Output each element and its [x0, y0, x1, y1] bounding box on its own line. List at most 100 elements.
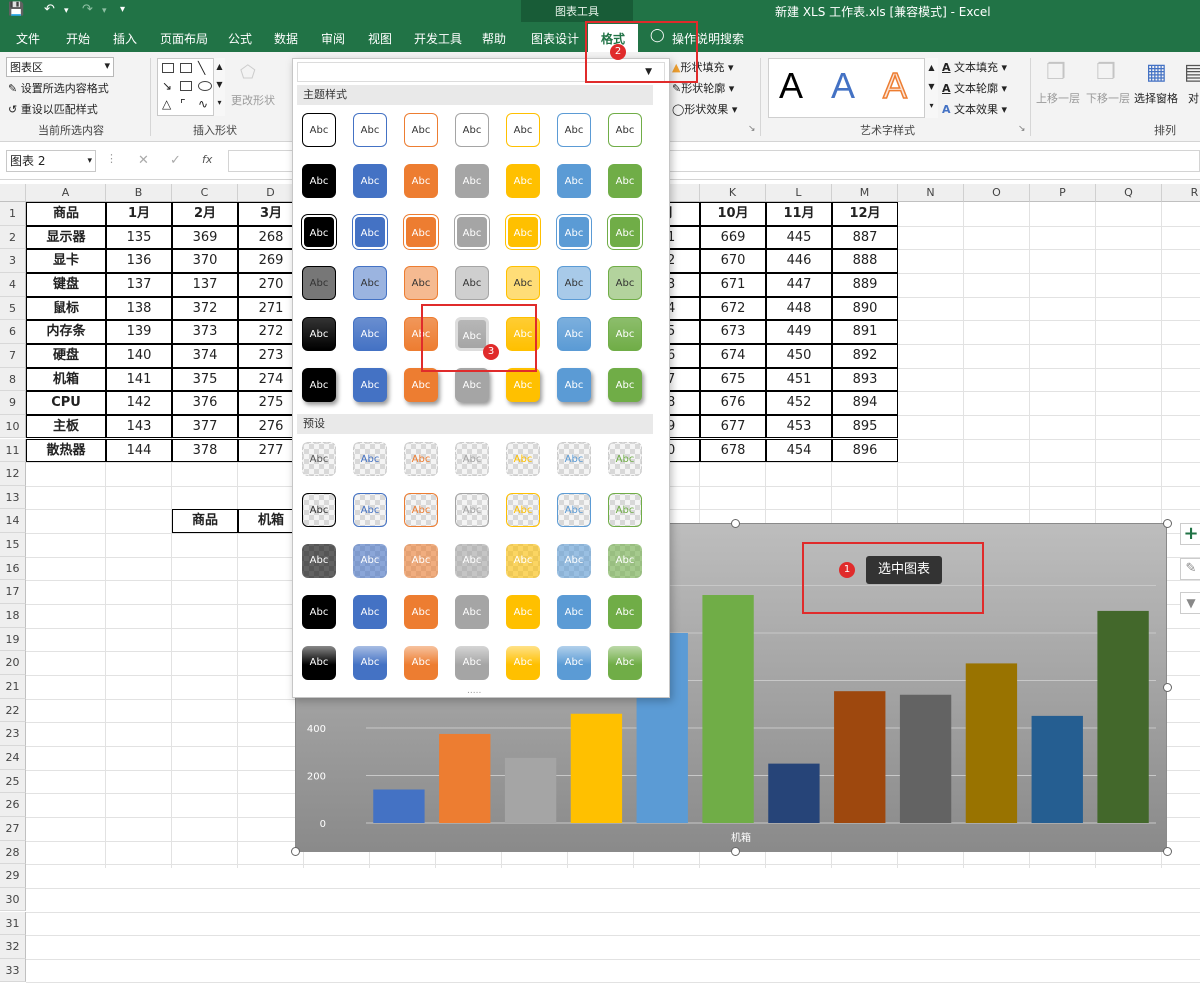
dialog-launcher-icon[interactable]: ↘ [748, 124, 756, 134]
tab-page-layout[interactable]: 页面布局 [160, 30, 208, 47]
row-header[interactable]: 24 [0, 745, 26, 770]
value-cell[interactable]: 887 [832, 225, 898, 250]
row-header[interactable]: 33 [0, 958, 26, 983]
row-header[interactable]: 7 [0, 343, 26, 368]
row-header[interactable]: 3 [0, 249, 26, 273]
preset-style-swatch[interactable]: Abc [353, 646, 387, 680]
row-header[interactable]: 2 [0, 225, 26, 250]
theme-style-swatch[interactable]: Abc [506, 266, 540, 300]
text-effects-button[interactable]: A 文本效果 ▾ [942, 101, 1007, 117]
item-cell[interactable]: 硬盘 [26, 343, 106, 368]
theme-style-swatch[interactable]: Abc [455, 266, 489, 300]
theme-style-swatch[interactable]: Abc [302, 164, 336, 198]
vertical-textbox-icon[interactable] [180, 63, 192, 73]
resize-handle[interactable] [731, 519, 740, 528]
value-cell[interactable]: 669 [700, 225, 766, 250]
value-cell[interactable]: 447 [766, 272, 832, 297]
column-header[interactable]: M [832, 184, 898, 202]
row-header[interactable]: 14 [0, 509, 26, 534]
value-cell[interactable]: 450 [766, 343, 832, 368]
customize-toolbar-icon[interactable]: ▾ [120, 4, 125, 15]
theme-style-swatch[interactable]: Abc [506, 164, 540, 198]
value-cell[interactable]: 141 [106, 367, 172, 392]
preset-style-swatch[interactable]: Abc [608, 646, 642, 680]
column-header[interactable]: O [964, 184, 1030, 202]
value-cell[interactable]: 144 [106, 438, 172, 463]
theme-style-swatch[interactable]: Abc [608, 317, 642, 351]
row-header[interactable]: 9 [0, 391, 26, 415]
theme-style-swatch[interactable]: Abc [302, 113, 336, 147]
row-header[interactable]: 32 [0, 935, 26, 959]
row-header[interactable]: 17 [0, 580, 26, 605]
preset-style-swatch[interactable]: Abc [608, 595, 642, 629]
column-header[interactable]: B [106, 184, 172, 202]
theme-style-swatch[interactable]: Abc [455, 164, 489, 198]
row-header[interactable]: 25 [0, 769, 26, 794]
preset-style-swatch[interactable]: Abc [455, 442, 489, 476]
theme-style-swatch[interactable]: Abc [455, 113, 489, 147]
preset-style-swatch[interactable]: Abc [608, 442, 642, 476]
chart-bar[interactable] [702, 595, 754, 823]
value-cell[interactable]: 891 [832, 320, 898, 344]
preset-style-swatch[interactable]: Abc [455, 493, 489, 527]
item-cell[interactable]: 内存条 [26, 320, 106, 344]
tab-chart-design[interactable]: 图表设计 [531, 30, 579, 47]
value-cell[interactable]: 142 [106, 391, 172, 415]
preset-style-swatch[interactable]: Abc [404, 544, 438, 578]
value-cell[interactable]: 369 [172, 225, 238, 250]
theme-style-swatch[interactable]: Abc [404, 113, 438, 147]
value-cell[interactable]: 445 [766, 225, 832, 250]
chart-bar[interactable] [965, 663, 1018, 823]
shapes-scroll[interactable]: ▲ ▼ ▾ [213, 58, 225, 116]
preset-style-swatch[interactable]: Abc [506, 544, 540, 578]
selection-pane-button[interactable]: 选择窗格 [1134, 90, 1178, 106]
item-cell[interactable]: 散热器 [26, 438, 106, 463]
header-cell[interactable]: 11月 [766, 202, 832, 226]
preset-style-swatch[interactable]: Abc [302, 544, 336, 578]
header-cell[interactable]: 商品 [172, 509, 238, 534]
tab-file[interactable]: 文件 [16, 30, 40, 47]
preset-style-swatch[interactable]: Abc [608, 544, 642, 578]
column-header[interactable]: P [1030, 184, 1096, 202]
theme-style-swatch[interactable]: Abc [506, 368, 540, 402]
tab-developer[interactable]: 开发工具 [414, 30, 462, 47]
theme-style-swatch[interactable]: Abc [404, 164, 438, 198]
theme-style-swatch[interactable]: Abc [302, 368, 336, 402]
theme-style-swatch[interactable]: Abc [404, 266, 438, 300]
tab-review[interactable]: 审阅 [321, 30, 345, 47]
resize-handle[interactable] [291, 847, 300, 856]
preset-style-swatch[interactable]: Abc [506, 646, 540, 680]
value-cell[interactable]: 375 [172, 367, 238, 392]
text-outline-button[interactable]: A 文本轮廓 ▾ [942, 80, 1007, 96]
value-cell[interactable]: 674 [700, 343, 766, 368]
item-cell[interactable]: 显卡 [26, 249, 106, 273]
value-cell[interactable]: 451 [766, 367, 832, 392]
value-cell[interactable]: 677 [700, 414, 766, 439]
preset-style-swatch[interactable]: Abc [302, 595, 336, 629]
row-header[interactable]: 22 [0, 698, 26, 723]
theme-style-swatch[interactable]: Abc [353, 368, 387, 402]
value-cell[interactable]: 135 [106, 225, 172, 250]
value-cell[interactable]: 376 [172, 391, 238, 415]
chart-bar[interactable] [504, 757, 557, 823]
preset-style-swatch[interactable]: Abc [455, 544, 489, 578]
header-cell[interactable]: 12月 [832, 202, 898, 226]
chart-bar[interactable] [1097, 610, 1149, 823]
name-box[interactable]: 图表 2 ▾ [6, 150, 96, 172]
dialog-launcher-icon[interactable]: ↘ [1018, 124, 1026, 134]
arrow-shape-icon[interactable]: ↘ [162, 79, 172, 93]
preset-style-swatch[interactable]: Abc [557, 493, 591, 527]
row-header[interactable]: 8 [0, 367, 26, 392]
row-header[interactable]: 4 [0, 272, 26, 297]
theme-style-swatch[interactable]: Abc [404, 368, 438, 402]
theme-style-swatch[interactable]: Abc [455, 215, 489, 249]
item-cell[interactable]: CPU [26, 391, 106, 415]
preset-style-swatch[interactable]: Abc [302, 442, 336, 476]
row-header[interactable]: 28 [0, 840, 26, 865]
preset-style-swatch[interactable]: Abc [302, 646, 336, 680]
value-cell[interactable]: 675 [700, 367, 766, 392]
format-selection-button[interactable]: ✎ 设置所选内容格式 [8, 80, 109, 96]
value-cell[interactable]: 893 [832, 367, 898, 392]
value-cell[interactable]: 372 [172, 296, 238, 321]
row-header[interactable]: 21 [0, 675, 26, 699]
